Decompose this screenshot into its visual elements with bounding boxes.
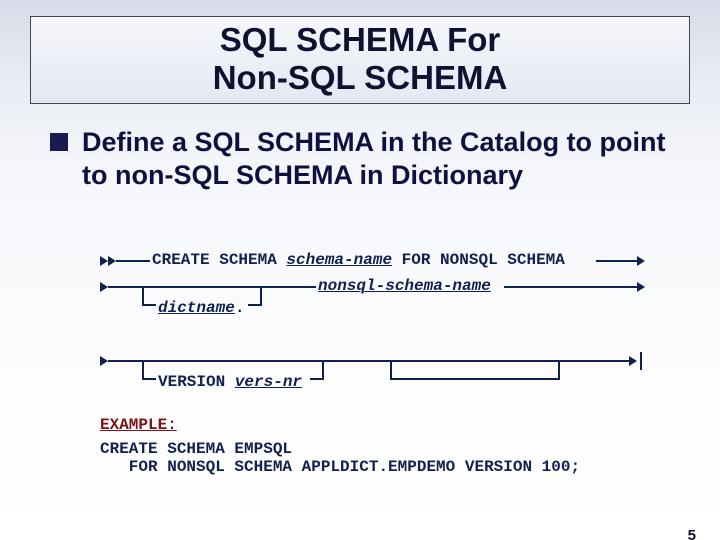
- slide-title: SQL SCHEMA For Non-SQL SCHEMA: [31, 21, 689, 97]
- rail-end-cap: [640, 352, 642, 370]
- rail-connector: [142, 286, 144, 306]
- kw-create-schema: CREATE SCHEMA: [152, 251, 286, 269]
- example-block: EXAMPLE: CREATE SCHEMA EMPSQL FOR NONSQL…: [100, 416, 660, 476]
- rail-line-segment: [116, 260, 150, 262]
- title-line-2: Non-SQL SCHEMA: [213, 59, 508, 96]
- kw-version: VERSION: [158, 373, 235, 391]
- syntax-row-3: dictname.: [100, 300, 645, 330]
- rail-line-segment: [504, 286, 640, 288]
- arrow-right-icon: [100, 282, 108, 292]
- arrow-right-icon: [100, 356, 108, 366]
- bullet-list: Define a SQL SCHEMA in the Catalog to po…: [50, 126, 680, 192]
- slide-title-box: SQL SCHEMA For Non-SQL SCHEMA: [30, 16, 690, 104]
- spacer: [100, 330, 645, 348]
- arrow-right-icon: [108, 256, 116, 266]
- syntax-text: nonsql-schema-name: [318, 274, 491, 298]
- rail-connector: [142, 304, 156, 306]
- syntax-row-5: VERSION vers-nr: [100, 374, 645, 404]
- arrow-right-icon: [637, 256, 645, 266]
- rail-connector: [260, 286, 262, 306]
- title-line-1: SQL SCHEMA For: [220, 21, 501, 58]
- rail-line-segment: [596, 260, 640, 262]
- syntax-text: CREATE SCHEMA schema-name FOR NONSQL SCH…: [152, 248, 565, 272]
- rail-connector: [142, 378, 156, 380]
- page-number: 5: [688, 527, 696, 540]
- syntax-diagram: CREATE SCHEMA schema-name FOR NONSQL SCH…: [100, 248, 645, 404]
- dot: .: [235, 299, 245, 317]
- arrow-right-icon: [100, 256, 108, 266]
- arrow-right-icon: [637, 282, 645, 292]
- ph-schema-name: schema-name: [286, 251, 392, 269]
- rail-connector: [558, 360, 560, 380]
- ph-dictname: dictname: [158, 299, 235, 317]
- example-line-1: CREATE SCHEMA EMPSQL: [100, 440, 660, 458]
- rail-connector: [142, 360, 144, 380]
- bullet-item: Define a SQL SCHEMA in the Catalog to po…: [50, 126, 680, 192]
- syntax-text: VERSION vers-nr: [158, 370, 302, 394]
- bullet-text: Define a SQL SCHEMA in the Catalog to po…: [82, 126, 680, 192]
- square-bullet-icon: [50, 133, 68, 151]
- rail-connector: [322, 360, 324, 380]
- example-line-2: FOR NONSQL SCHEMA APPLDICT.EMPDEMO VERSI…: [100, 458, 660, 476]
- rail-connector: [390, 360, 392, 380]
- syntax-row-1: CREATE SCHEMA schema-name FOR NONSQL SCH…: [100, 248, 645, 274]
- example-label: EXAMPLE:: [100, 416, 660, 434]
- ph-vers-nr: vers-nr: [235, 373, 302, 391]
- rail-line-segment: [108, 360, 632, 362]
- syntax-text: dictname.: [158, 296, 244, 320]
- rail-connector: [390, 378, 560, 380]
- kw-for-nonsql: FOR NONSQL SCHEMA: [392, 251, 565, 269]
- rail-line-segment: [108, 286, 316, 288]
- ph-nonsql-schema-name: nonsql-schema-name: [318, 277, 491, 295]
- arrow-right-icon: [629, 356, 637, 366]
